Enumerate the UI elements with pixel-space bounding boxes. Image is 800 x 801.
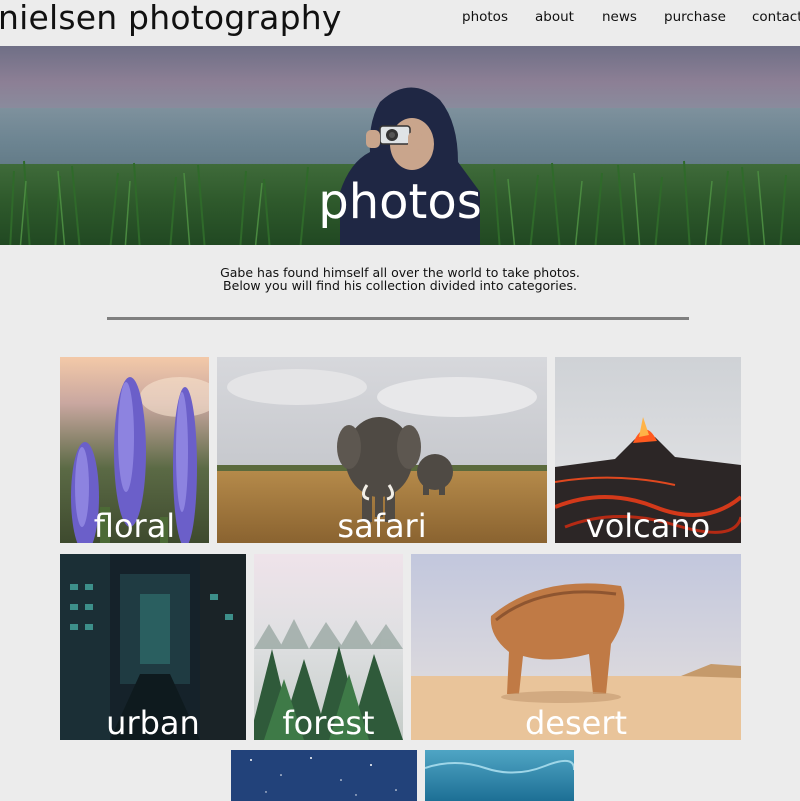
hero-title: photos — [318, 174, 482, 230]
ocean-image — [425, 750, 574, 801]
nav-photos-link[interactable]: photos — [462, 9, 508, 25]
category-tile-urban[interactable]: urban — [60, 554, 246, 740]
nav-news-link[interactable]: news — [602, 9, 637, 25]
category-tile-forest[interactable]: forest — [254, 554, 403, 740]
category-tile-floral[interactable]: floral — [60, 357, 209, 543]
category-label: safari — [337, 507, 427, 543]
nav-contact-link[interactable]: contact — [752, 9, 800, 25]
category-label: urban — [106, 704, 200, 740]
site-header: nielsen photography photos about news pu… — [0, 0, 800, 46]
intro-text: Gabe has found himself all over the worl… — [0, 266, 800, 292]
category-tile-desert[interactable]: desert — [411, 554, 741, 740]
category-tile-safari[interactable]: safari — [217, 357, 547, 543]
category-tile-volcano[interactable]: volcano — [555, 357, 741, 543]
nav-about-link[interactable]: about — [535, 9, 574, 25]
intro-line-2: Below you will find his collection divid… — [223, 278, 577, 293]
category-tile-night-sky[interactable] — [231, 750, 417, 801]
category-label: floral — [93, 507, 176, 543]
main-nav: photos about news purchase contact — [0, 9, 800, 29]
night-sky-image — [231, 750, 417, 801]
category-label: volcano — [585, 507, 711, 543]
category-label: forest — [282, 704, 375, 740]
nav-purchase-link[interactable]: purchase — [664, 9, 726, 25]
category-label: desert — [524, 704, 628, 740]
section-divider — [107, 317, 689, 320]
hero-banner: photos — [0, 46, 800, 245]
category-tile-ocean[interactable] — [425, 750, 574, 801]
